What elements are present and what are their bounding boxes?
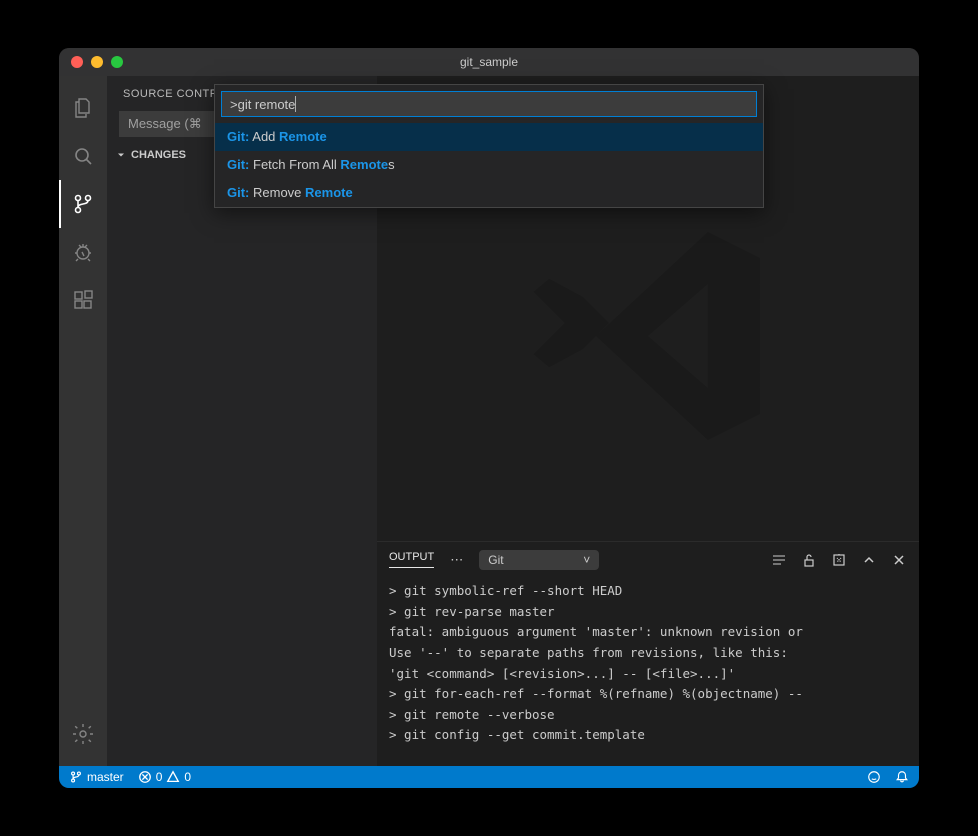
changes-label: CHANGES — [131, 149, 186, 161]
activity-bar — [59, 76, 107, 766]
bottom-panel: OUTPUT ⋯ Git > git symbolic-ref --short … — [377, 541, 919, 766]
command-palette-input[interactable]: >git remote — [221, 91, 757, 117]
output-tab[interactable]: OUTPUT — [389, 551, 434, 568]
search-icon — [71, 144, 95, 168]
feedback-icon[interactable] — [867, 770, 881, 784]
filter-icon[interactable] — [771, 552, 787, 568]
traffic-lights — [71, 56, 123, 68]
error-count: 0 — [156, 770, 163, 784]
palette-item[interactable]: Git: Remove Remote — [215, 179, 763, 207]
command-palette-list: Git: Add RemoteGit: Fetch From All Remot… — [215, 123, 763, 207]
collapse-panel-icon[interactable] — [861, 552, 877, 568]
explorer-tab[interactable] — [59, 84, 107, 132]
notifications-icon[interactable] — [895, 770, 909, 784]
close-panel-icon[interactable] — [891, 552, 907, 568]
vscode-watermark-icon — [518, 206, 778, 466]
palette-input-text: >git remote — [230, 97, 295, 112]
problems-indicator[interactable]: 0 0 — [138, 770, 191, 784]
warning-icon — [166, 770, 180, 784]
palette-item[interactable]: Git: Add Remote — [215, 123, 763, 151]
chevron-down-icon — [115, 149, 127, 161]
app-window: git_sample SOURCE CONTROL — [59, 48, 919, 788]
panel-more-button[interactable]: ⋯ — [450, 552, 463, 568]
palette-item[interactable]: Git: Fetch From All Remotes — [215, 151, 763, 179]
extensions-tab[interactable] — [59, 276, 107, 324]
close-window-button[interactable] — [71, 56, 83, 68]
gear-icon — [71, 722, 95, 746]
unlock-icon[interactable] — [801, 552, 817, 568]
output-channel-label: Git — [488, 553, 503, 567]
search-tab[interactable] — [59, 132, 107, 180]
error-icon — [138, 770, 152, 784]
maximize-window-button[interactable] — [111, 56, 123, 68]
titlebar: git_sample — [59, 48, 919, 76]
branch-indicator[interactable]: master — [69, 770, 124, 784]
branch-name: master — [87, 770, 124, 784]
command-palette: >git remote Git: Add RemoteGit: Fetch Fr… — [214, 84, 764, 208]
panel-tabs: OUTPUT ⋯ Git — [377, 542, 919, 577]
debug-tab[interactable] — [59, 228, 107, 276]
git-branch-icon — [71, 192, 95, 216]
status-bar: master 0 0 — [59, 766, 919, 788]
source-control-tab[interactable] — [59, 180, 107, 228]
files-icon — [71, 96, 95, 120]
settings-gear[interactable] — [59, 710, 107, 758]
bug-icon — [71, 240, 95, 264]
warning-count: 0 — [184, 770, 191, 784]
commit-placeholder: Message (⌘ — [128, 116, 202, 132]
clear-output-icon[interactable] — [831, 552, 847, 568]
extensions-icon — [71, 288, 95, 312]
text-cursor — [295, 96, 296, 112]
window-title: git_sample — [460, 55, 518, 69]
output-content[interactable]: > git symbolic-ref --short HEAD > git re… — [377, 577, 919, 766]
output-channel-select[interactable]: Git — [479, 550, 599, 570]
minimize-window-button[interactable] — [91, 56, 103, 68]
git-branch-icon — [69, 770, 83, 784]
panel-actions — [771, 552, 907, 568]
